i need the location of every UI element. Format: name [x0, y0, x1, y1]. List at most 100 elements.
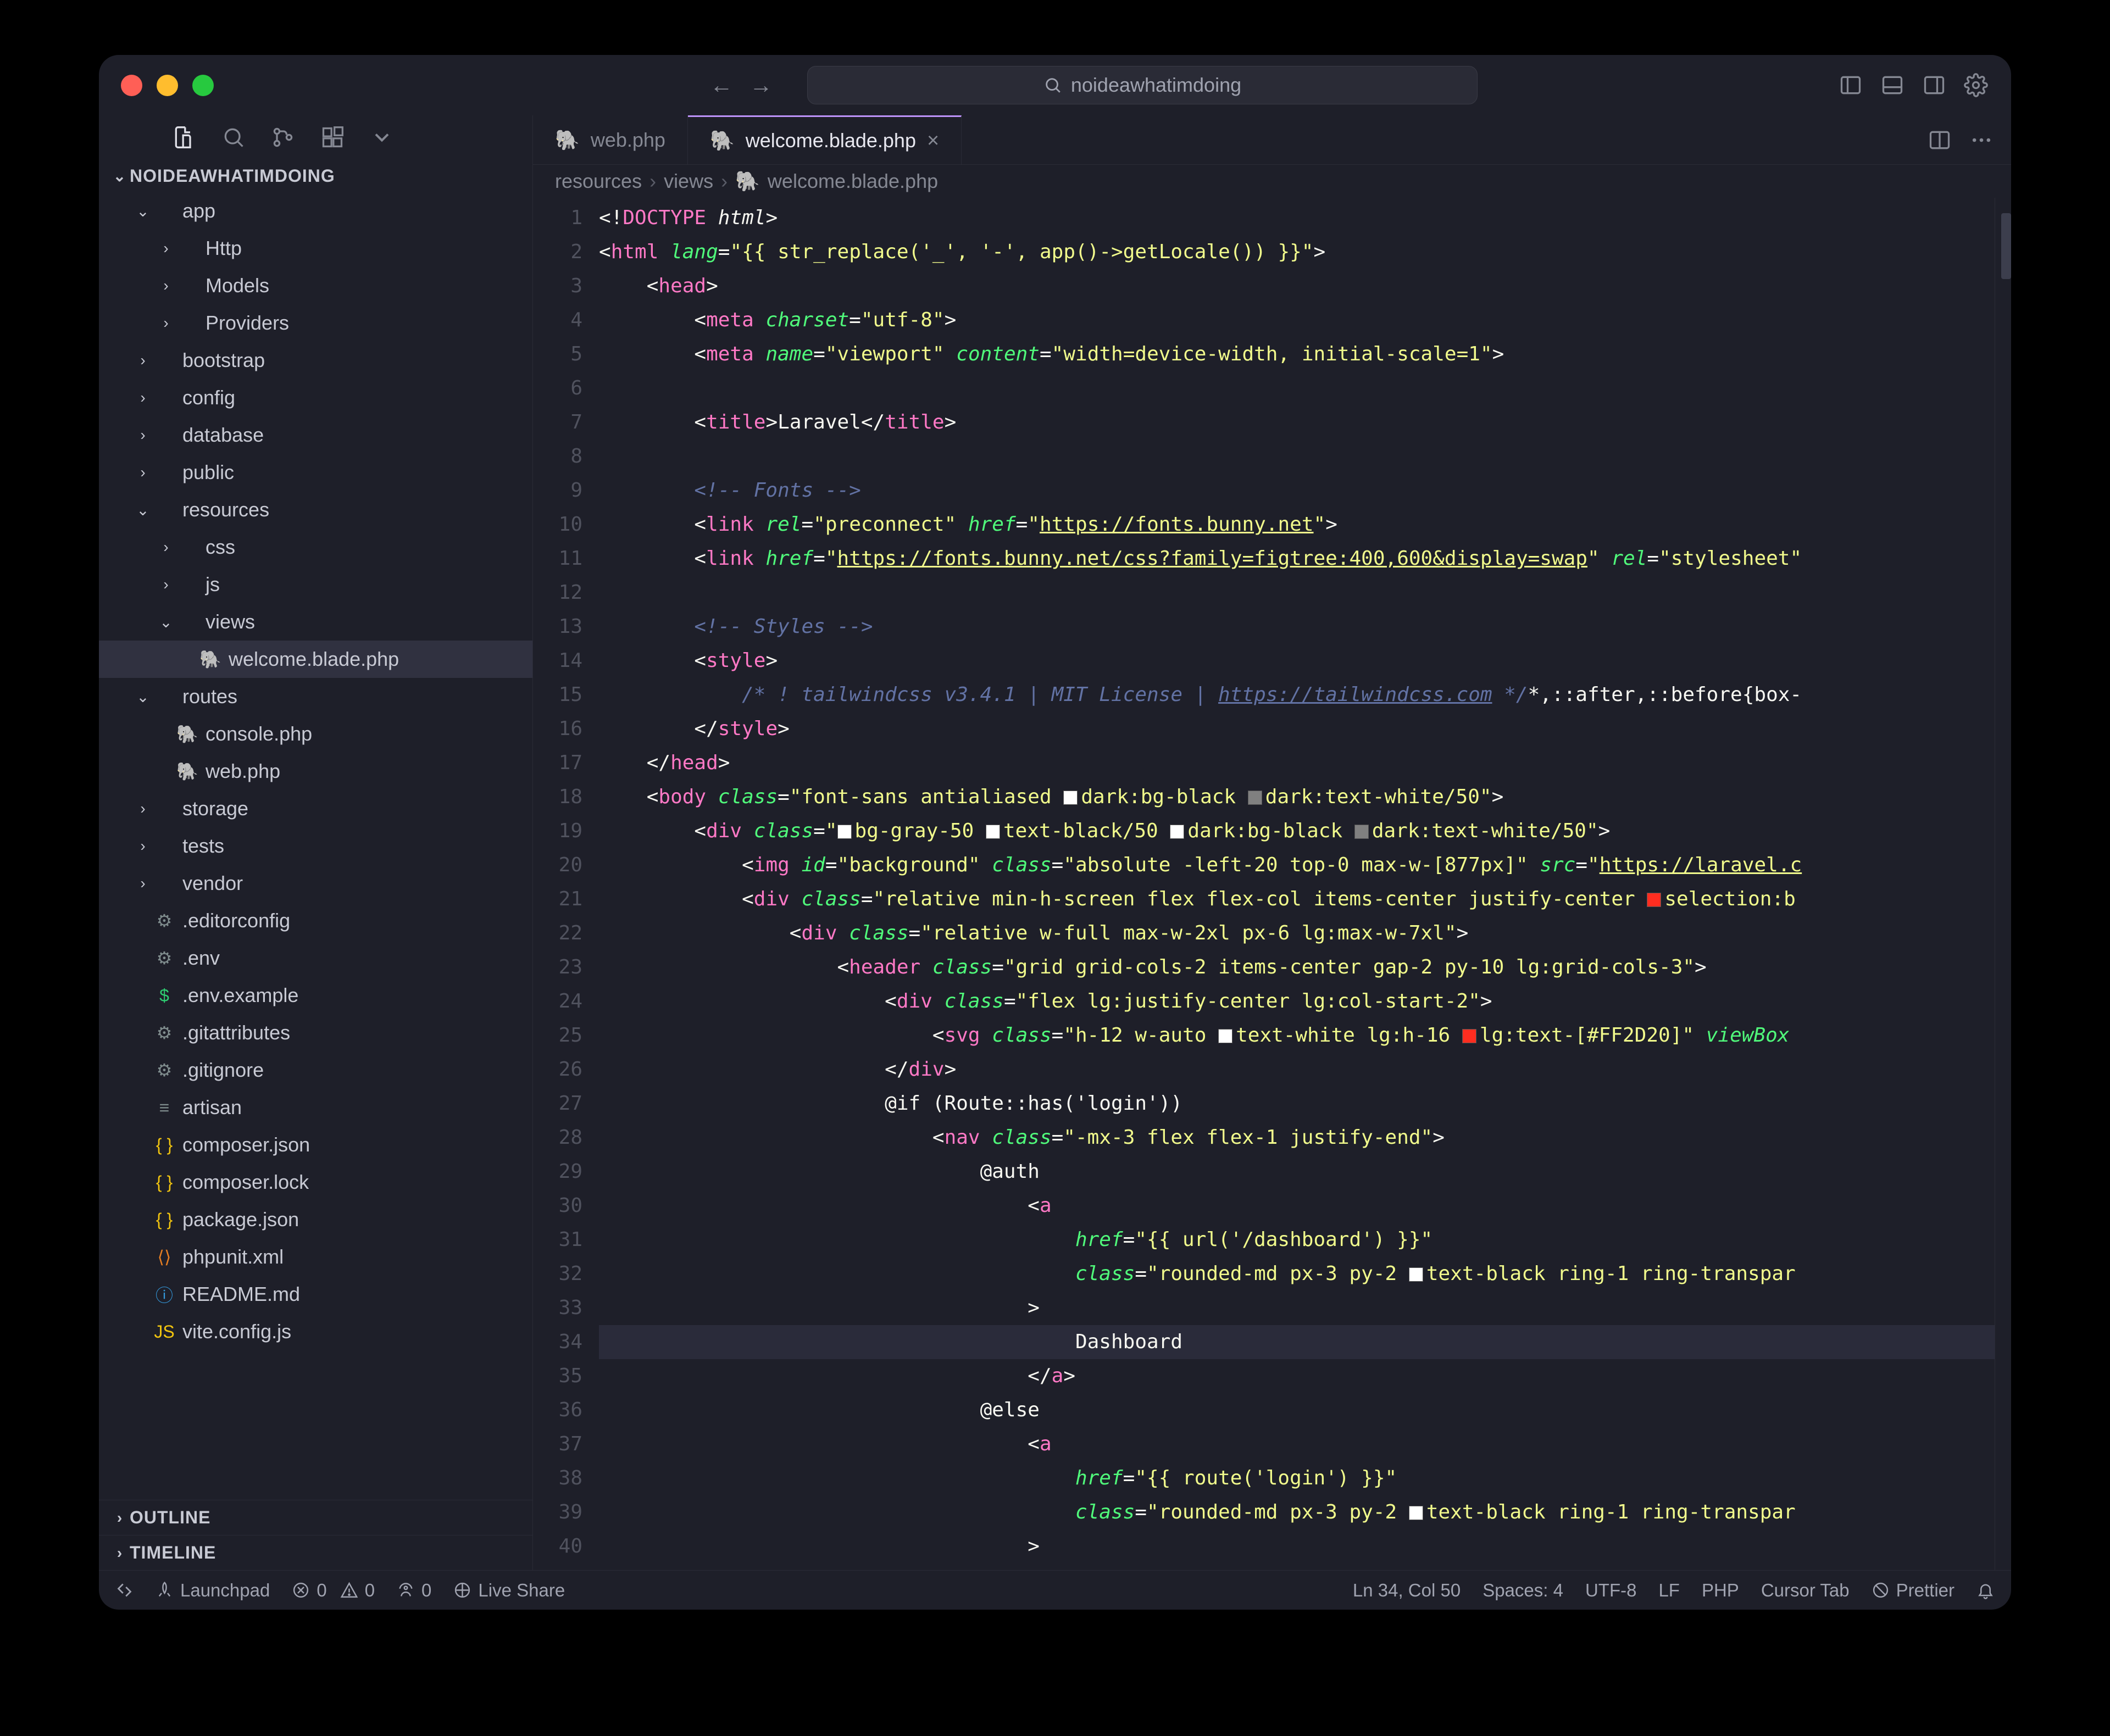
tree-item[interactable]: ›vendor	[99, 865, 532, 902]
nav-forward-button[interactable]: →	[747, 71, 775, 99]
timeline-section[interactable]: › TIMELINE	[99, 1535, 532, 1570]
tree-item-label: phpunit.xml	[182, 1245, 284, 1268]
statusbar: Launchpad 0 0 0 Live Share Ln 34, Col 50…	[99, 1570, 2011, 1610]
layout-panel-bottom-icon[interactable]	[1879, 72, 1906, 98]
remote-button[interactable]	[115, 1581, 134, 1599]
close-tab-icon[interactable]: ×	[927, 129, 939, 153]
project-name: NOIDEAWHATIMDOING	[130, 166, 335, 186]
tree-item[interactable]: 🐘console.php	[99, 715, 532, 753]
tree-item-label: .env	[182, 947, 220, 970]
tree-item[interactable]: ›bootstrap	[99, 342, 532, 379]
eol-button[interactable]: LF	[1658, 1580, 1680, 1601]
tree-item-label: .env.example	[182, 984, 298, 1007]
tree-item[interactable]: JSvite.config.js	[99, 1313, 532, 1350]
nav-back-button[interactable]: ←	[707, 71, 736, 99]
minimap[interactable]	[1995, 198, 2011, 1570]
tree-item[interactable]: ›Models	[99, 267, 532, 304]
tree-item[interactable]: { }composer.lock	[99, 1164, 532, 1201]
tree-item-label: js	[206, 573, 220, 596]
tree-item-label: welcome.blade.php	[229, 648, 399, 671]
cursor-tab-button[interactable]: Cursor Tab	[1761, 1580, 1850, 1601]
settings-gear-icon[interactable]	[1963, 72, 1989, 98]
maximize-window-button[interactable]	[192, 75, 214, 96]
tree-item-label: storage	[182, 797, 248, 820]
tree-item[interactable]: ⌄views	[99, 603, 532, 641]
command-center[interactable]: noideawhatimdoing	[807, 66, 1478, 104]
layout-sidebar-right-icon[interactable]	[1921, 72, 1947, 98]
explorer-icon[interactable]	[170, 124, 198, 151]
tree-item-label: Providers	[206, 311, 289, 335]
tree-item[interactable]: { }package.json	[99, 1201, 532, 1238]
prettier-button[interactable]: Prettier	[1872, 1580, 1954, 1601]
encoding-button[interactable]: UTF-8	[1585, 1580, 1637, 1601]
source-control-icon[interactable]	[269, 124, 297, 151]
search-icon	[1043, 76, 1062, 94]
tree-item[interactable]: ›tests	[99, 827, 532, 865]
tree-item[interactable]: ›css	[99, 528, 532, 566]
traffic-lights	[121, 75, 214, 96]
breadcrumb-segment[interactable]: welcome.blade.php	[768, 170, 938, 193]
tree-item[interactable]: ⚙.gitignore	[99, 1051, 532, 1089]
ports-button[interactable]: 0	[397, 1580, 431, 1601]
tree-item[interactable]: ⌄app	[99, 192, 532, 230]
tree-item[interactable]: 🐘welcome.blade.php	[99, 641, 532, 678]
tree-item-label: .gitattributes	[182, 1021, 290, 1044]
code-content[interactable]: <!DOCTYPE html><html lang="{{ str_replac…	[599, 198, 1995, 1570]
tree-item[interactable]: ›Http	[99, 230, 532, 267]
cursor-position[interactable]: Ln 34, Col 50	[1353, 1580, 1461, 1601]
minimap-thumb[interactable]	[2001, 213, 2011, 279]
tree-item[interactable]: ⌄resources	[99, 491, 532, 528]
php-icon: 🐘	[176, 724, 199, 744]
tree-item-label: database	[182, 424, 264, 447]
file-tree: ⌄app›Http›Models›Providers›bootstrap›con…	[99, 192, 532, 1500]
notifications-button[interactable]	[1976, 1581, 1995, 1599]
tree-item[interactable]: ⚙.gitattributes	[99, 1014, 532, 1051]
editor-tab[interactable]: 🐘web.php	[533, 115, 688, 164]
tree-item-label: vendor	[182, 872, 243, 895]
tree-item[interactable]: ⓘREADME.md	[99, 1276, 532, 1313]
config-icon: ⚙	[153, 910, 176, 931]
tree-item-label: config	[182, 386, 235, 409]
tree-item[interactable]: ≡artisan	[99, 1089, 532, 1126]
tree-item[interactable]: ⚙.editorconfig	[99, 902, 532, 939]
breadcrumb[interactable]: resources›views›🐘welcome.blade.php	[533, 165, 2011, 198]
editor-body[interactable]: 1234567891011121314151617181920212223242…	[533, 198, 2011, 1570]
launchpad-button[interactable]: Launchpad	[156, 1580, 270, 1601]
tree-item[interactable]: ⌄routes	[99, 678, 532, 715]
minimize-window-button[interactable]	[157, 75, 178, 96]
tree-item[interactable]: ›config	[99, 379, 532, 416]
chevron-down-icon[interactable]	[368, 124, 396, 151]
tree-item[interactable]: 🐘web.php	[99, 753, 532, 790]
tree-item[interactable]: ›storage	[99, 790, 532, 827]
language-mode-button[interactable]: PHP	[1702, 1580, 1739, 1601]
outline-section[interactable]: › OUTLINE	[99, 1500, 532, 1535]
config-icon: ⚙	[153, 1060, 176, 1081]
php-icon: 🐘	[176, 761, 199, 782]
more-actions-icon[interactable]	[1968, 127, 1995, 153]
tree-item[interactable]: ›database	[99, 416, 532, 454]
liveshare-button[interactable]: Live Share	[453, 1580, 565, 1601]
editor-tab[interactable]: 🐘welcome.blade.php×	[688, 115, 962, 164]
project-header[interactable]: ⌄ NOIDEAWHATIMDOING	[99, 159, 532, 192]
search-placeholder: noideawhatimdoing	[1071, 74, 1241, 97]
tree-item[interactable]: { }composer.json	[99, 1126, 532, 1164]
layout-sidebar-left-icon[interactable]	[1837, 72, 1864, 98]
close-window-button[interactable]	[121, 75, 142, 96]
tree-item[interactable]: ⟨⟩ phpunit.xml	[99, 1238, 532, 1276]
tab-label: welcome.blade.php	[746, 129, 916, 152]
split-editor-icon[interactable]	[1926, 127, 1953, 153]
search-activity-icon[interactable]	[220, 124, 247, 151]
tree-item[interactable]: ›Providers	[99, 304, 532, 342]
tree-item-label: composer.json	[182, 1133, 310, 1156]
breadcrumb-segment[interactable]: resources	[555, 170, 642, 193]
problems-button[interactable]: 0 0	[292, 1580, 375, 1601]
chevron-right-icon: ›	[110, 1544, 130, 1562]
tree-item[interactable]: ⚙.env	[99, 939, 532, 977]
tree-item[interactable]: ›public	[99, 454, 532, 491]
tree-item[interactable]: $.env.example	[99, 977, 532, 1014]
indentation-button[interactable]: Spaces: 4	[1482, 1580, 1563, 1601]
breadcrumb-segment[interactable]: views	[664, 170, 713, 193]
extensions-icon[interactable]	[319, 124, 346, 151]
xml-icon: ⟨⟩	[153, 1247, 176, 1267]
tree-item[interactable]: ›js	[99, 566, 532, 603]
